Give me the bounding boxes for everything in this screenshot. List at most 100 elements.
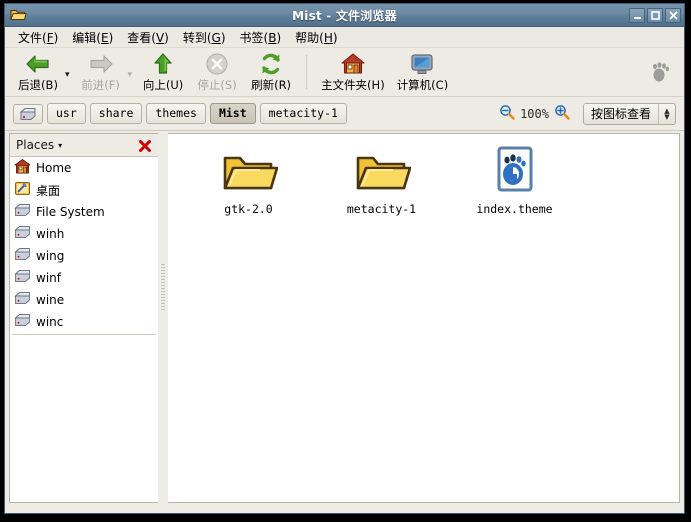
screen: Mist - 文件浏览器 文件(F) 编辑(E) 查看(V) 转到(G) 书签(… (0, 0, 691, 522)
up-arrow-icon (152, 52, 174, 76)
menu-edit-tail: ) (108, 30, 114, 45)
sidebar-item-winh-label: winh (36, 227, 65, 241)
view-mode-label: 按图标查看 (590, 107, 651, 121)
close-button[interactable] (665, 7, 681, 23)
toolbar-up-button[interactable]: 向上(U) (136, 51, 190, 94)
file-item-index-theme[interactable]: index.theme (448, 140, 581, 216)
sidebar-separator (12, 334, 156, 335)
zoom-in-icon[interactable] (554, 104, 570, 124)
places-header: Places ▾ (10, 134, 158, 157)
sidebar-item-wine-label: wine (36, 293, 65, 307)
breadcrumb-metacity-1[interactable]: metacity-1 (259, 103, 347, 124)
file-item-gtk-2-0[interactable]: gtk-2.0 (182, 140, 315, 216)
titlebar: Mist - 文件浏览器 (5, 4, 684, 27)
home-icon (14, 158, 31, 179)
toolbar-computer-button[interactable]: 计算机(C) (391, 51, 455, 94)
drive-icon (14, 312, 31, 333)
toolbar-back-button[interactable]: 后退(B) (11, 51, 65, 94)
window-body: Places ▾ Home 桌面 File System winh wing w… (5, 131, 684, 505)
toolbar-stop-label: 停止(S) (197, 77, 237, 92)
menu-help[interactable]: 帮助(H) (288, 27, 344, 48)
back-dropdown-arrow-icon[interactable]: ▾ (65, 70, 74, 80)
menu-help-tail: ) (332, 30, 338, 45)
places-sidebar: Places ▾ Home 桌面 File System winh wing w… (9, 133, 158, 503)
sidebar-item-home[interactable]: Home (10, 157, 158, 179)
forward-dropdown-arrow-icon[interactable]: ▾ (128, 70, 137, 80)
breadcrumb-themes[interactable]: themes (146, 103, 206, 124)
drive-icon (14, 224, 31, 245)
sidebar-item-wine[interactable]: wine (10, 289, 158, 311)
menu-edit[interactable]: 编辑(E) (65, 27, 120, 48)
back-arrow-icon (25, 52, 51, 76)
toolbar-reload-label: 刷新(R) (251, 77, 292, 92)
drive-icon (14, 268, 31, 289)
folder-icon (353, 144, 411, 196)
toolbar-reload-button[interactable]: 刷新(R) (244, 51, 298, 94)
sidebar-item-file-system[interactable]: File System (10, 201, 158, 223)
menu-help-mnemonic: H (323, 30, 333, 45)
toolbar-computer-label: 计算机(C) (396, 77, 449, 92)
icon-grid: gtk-2.0 metacity-1 index.theme (168, 134, 679, 216)
zoom-out-icon[interactable] (499, 104, 515, 124)
window-controls (629, 7, 681, 23)
sidebar-item-wing-label: wing (36, 249, 65, 263)
toolbar-up-label: 向上(U) (142, 77, 184, 92)
minimize-button[interactable] (629, 7, 645, 23)
forward-arrow-icon (88, 52, 114, 76)
sidebar-item-file-system-label: File System (36, 205, 105, 219)
gnome-theme-file-icon (489, 144, 541, 196)
desktop-icon (14, 180, 31, 201)
chevron-down-icon[interactable]: ▾ (58, 141, 62, 150)
pathbar-root-drive-button[interactable] (13, 103, 43, 124)
toolbar: 后退(B) ▾ 前进(F) ▾ 向上(U) 停止(S) 刷新(R) 主文件夹(H… (5, 48, 684, 97)
window-title: Mist - 文件浏览器 (292, 8, 397, 23)
menu-file-mnemonic: F (46, 30, 54, 45)
file-item-label: metacity-1 (346, 202, 417, 216)
menu-view[interactable]: 查看(V) (120, 27, 176, 48)
file-list-view[interactable]: gtk-2.0 metacity-1 index.theme (168, 133, 680, 503)
reload-icon (259, 52, 283, 76)
file-manager-window: Mist - 文件浏览器 文件(F) 编辑(E) 查看(V) 转到(G) 书签(… (4, 3, 685, 514)
menu-go-tail: ) (220, 30, 226, 45)
menu-go[interactable]: 转到(G) (176, 27, 233, 48)
zoom-level-label: 100% (520, 106, 549, 121)
toolbar-forward-button[interactable]: 前进(F) (74, 51, 128, 94)
view-mode-select[interactable]: 按图标查看 ▲ ▼ (582, 102, 676, 125)
close-icon[interactable] (138, 138, 152, 152)
sidebar-item-desktop[interactable]: 桌面 (10, 179, 158, 201)
menu-file[interactable]: 文件(F) (11, 27, 65, 48)
sidebar-item-winh[interactable]: winh (10, 223, 158, 245)
toolbar-separator (306, 55, 308, 89)
breadcrumb-usr[interactable]: usr (47, 103, 86, 124)
chevron-down-icon: ▼ (664, 112, 670, 121)
menu-help-text: 帮助( (295, 30, 324, 45)
sidebar-item-winf[interactable]: winf (10, 267, 158, 289)
drive-icon (14, 202, 31, 223)
toolbar-home-label: 主文件夹(H) (321, 77, 385, 92)
menu-edit-mnemonic: E (100, 30, 109, 45)
sidebar-item-winc-label: winc (36, 315, 64, 329)
file-item-label: gtk-2.0 (224, 202, 273, 216)
menu-bookmarks[interactable]: 书签(B) (233, 27, 289, 48)
breadcrumb-share[interactable]: share (89, 103, 143, 124)
drive-icon (19, 107, 36, 120)
places-title: Places (16, 138, 55, 152)
toolbar-home-button[interactable]: 主文件夹(H) (315, 51, 391, 94)
home-icon (340, 52, 366, 76)
drive-icon (14, 246, 31, 267)
menu-go-mnemonic: G (211, 30, 221, 45)
places-list: Home 桌面 File System winh wing winf wine … (10, 157, 158, 502)
toolbar-back-label: 后退(B) (18, 77, 58, 92)
statusbar (5, 505, 684, 513)
toolbar-stop-button[interactable]: 停止(S) (190, 51, 244, 94)
view-mode-spinner-arrows-icon[interactable]: ▲ ▼ (658, 103, 675, 124)
breadcrumb-mist[interactable]: Mist (209, 103, 256, 124)
file-item-metacity-1[interactable]: metacity-1 (315, 140, 448, 216)
menu-file-text: 文件( (18, 30, 47, 45)
menu-go-text: 转到( (182, 30, 212, 45)
sidebar-item-winc[interactable]: winc (10, 311, 158, 333)
sidebar-item-wing[interactable]: wing (10, 245, 158, 267)
sidebar-item-winf-label: winf (36, 271, 61, 285)
sidebar-splitter[interactable] (158, 131, 168, 505)
maximize-button[interactable] (647, 7, 663, 23)
